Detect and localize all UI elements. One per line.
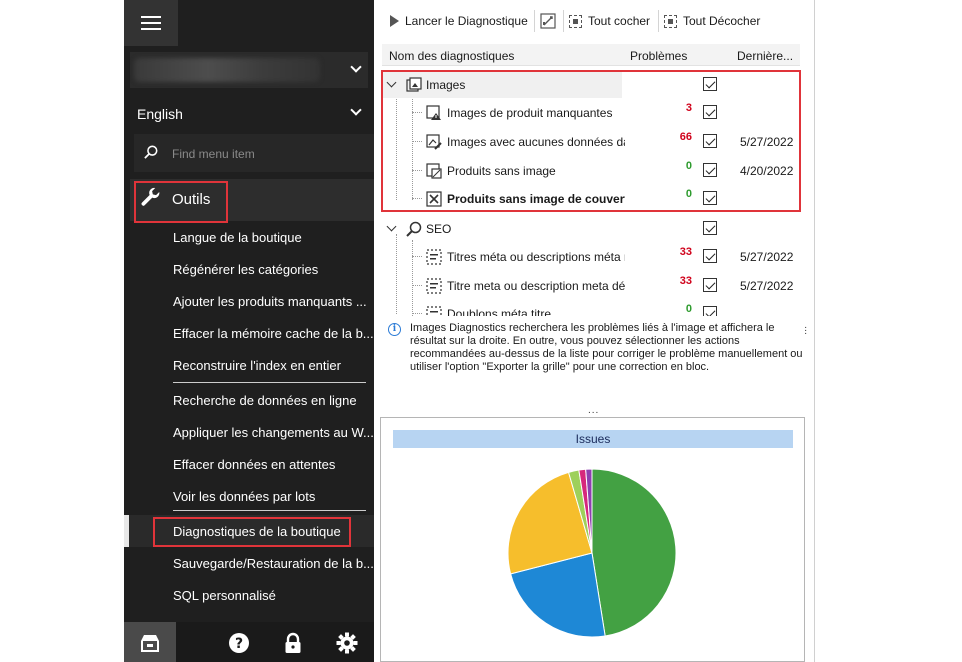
splitter-handle[interactable]: ... bbox=[588, 405, 599, 416]
diagnostic-row[interactable]: Titre meta ou description meta dé 33 5/2… bbox=[382, 271, 800, 300]
meta-tag-icon bbox=[426, 249, 442, 265]
tree-line bbox=[412, 256, 422, 257]
svg-text:?: ? bbox=[235, 636, 243, 652]
menu-item-rebuild-index[interactable]: Reconstruire l'index en entier bbox=[173, 358, 341, 373]
settings-icon[interactable] bbox=[336, 632, 358, 654]
chevron-down-icon[interactable] bbox=[350, 104, 362, 116]
menu-item-apply-changes[interactable]: Appliquer les changements au W... bbox=[173, 425, 374, 440]
edit-button[interactable] bbox=[540, 12, 556, 30]
menu-separator bbox=[173, 510, 366, 511]
group-name: SEO bbox=[426, 222, 452, 236]
menu-item-clear-cache[interactable]: Effacer la mémoire cache de la b... bbox=[173, 326, 374, 341]
account-selector[interactable] bbox=[130, 52, 368, 88]
toolbar-separator bbox=[658, 10, 659, 32]
menu-item-regenerate-categories[interactable]: Régénérer les catégories bbox=[173, 262, 318, 277]
column-header-name[interactable]: Nom des diagnostiques bbox=[389, 49, 514, 63]
run-diagnostics-button[interactable]: Lancer le Diagnostique bbox=[390, 12, 528, 30]
issues-chart: Issues bbox=[380, 417, 805, 662]
clipped-row-container: Doublons méta titre 0 bbox=[382, 298, 800, 316]
info-icon: i bbox=[388, 323, 401, 336]
diagnostic-row[interactable]: Titres méta ou descriptions méta r 33 5/… bbox=[382, 242, 800, 271]
check-all-icon bbox=[569, 14, 582, 28]
tree-line bbox=[412, 313, 422, 314]
menu-item-store-diagnostics-selected[interactable]: Diagnostiques de la boutique bbox=[124, 515, 374, 547]
menu-item-view-batch-data[interactable]: Voir les données par lots bbox=[173, 489, 315, 504]
highlight-box bbox=[381, 70, 801, 212]
menu-item-backup-restore[interactable]: Sauvegarde/Restauration de la b... bbox=[173, 556, 374, 571]
menu-item-add-missing-products[interactable]: Ajouter les produits manquants ... bbox=[173, 294, 367, 309]
run-diagnostics-label: Lancer le Diagnostique bbox=[405, 14, 528, 28]
search-icon bbox=[144, 145, 158, 159]
tree-line bbox=[412, 285, 422, 286]
chevron-down-icon bbox=[350, 61, 362, 73]
check-all-button[interactable]: Tout cocher bbox=[569, 12, 650, 30]
store-icon bbox=[141, 635, 159, 652]
pie-chart bbox=[507, 468, 677, 638]
hamburger-line bbox=[141, 22, 161, 24]
sidebar-bottom-bar: ? bbox=[124, 622, 374, 662]
menu-item-store-diagnostics: Diagnostiques de la boutique bbox=[173, 524, 341, 539]
toolbar-separator bbox=[534, 10, 535, 32]
diagnostic-checkbox[interactable] bbox=[703, 249, 717, 263]
tools-label: Outils bbox=[172, 191, 211, 208]
column-header-problems[interactable]: Problèmes bbox=[630, 49, 687, 63]
grid-header: Nom des diagnostiques Problèmes Dernière… bbox=[382, 44, 800, 66]
account-name-blurred bbox=[134, 58, 320, 82]
info-panel: i Images Diagnostics recherchera les pro… bbox=[382, 320, 803, 394]
pie-slice bbox=[591, 468, 677, 637]
problem-count: 0 bbox=[685, 303, 692, 315]
meta-tag-icon bbox=[426, 278, 442, 294]
last-run-date: 5/27/2022 bbox=[740, 250, 794, 264]
meta-tag-icon bbox=[426, 306, 442, 316]
group-row-seo[interactable]: SEO bbox=[382, 214, 800, 243]
play-icon bbox=[390, 15, 399, 27]
diagnostic-checkbox[interactable] bbox=[703, 306, 717, 316]
column-header-last-run[interactable]: Dernière... bbox=[737, 49, 793, 63]
tools-section[interactable]: Outils bbox=[130, 179, 374, 223]
toolbar-separator bbox=[563, 10, 564, 32]
menu-separator bbox=[173, 382, 366, 383]
language-selector[interactable]: English bbox=[137, 106, 183, 122]
sidebar: English Find menu item Outils Langue de … bbox=[124, 0, 374, 662]
hamburger-menu-button[interactable] bbox=[124, 0, 178, 46]
info-text: Images Diagnostics recherchera les probl… bbox=[410, 322, 803, 373]
menu-item-store-language[interactable]: Langue de la boutique bbox=[173, 230, 302, 245]
uncheck-all-button[interactable]: Tout Décocher bbox=[664, 12, 760, 30]
panel-splitter-handle[interactable]: · · · bbox=[804, 323, 807, 339]
chevron-down-icon[interactable] bbox=[386, 221, 397, 232]
menu-search-input[interactable]: Find menu item bbox=[134, 134, 374, 172]
check-all-label: Tout cocher bbox=[588, 14, 651, 28]
last-run-date: 5/27/2022 bbox=[740, 279, 794, 293]
uncheck-all-label: Tout Décocher bbox=[683, 14, 761, 28]
store-button[interactable] bbox=[124, 622, 176, 662]
diagnostic-checkbox[interactable] bbox=[703, 278, 717, 292]
problem-count: 33 bbox=[679, 275, 692, 287]
diagnostic-name: Titre meta ou description meta dé bbox=[447, 279, 625, 293]
search-icon bbox=[406, 221, 422, 237]
menu-item-custom-sql[interactable]: SQL personnalisé bbox=[173, 588, 276, 603]
lock-icon[interactable] bbox=[282, 632, 304, 654]
selection-indicator bbox=[124, 515, 129, 547]
problem-count: 33 bbox=[679, 246, 692, 258]
group-checkbox[interactable] bbox=[703, 221, 717, 235]
toolbar: Lancer le Diagnostique Tout cocher Tout … bbox=[374, 0, 815, 40]
diagnostic-name: Titres méta ou descriptions méta r bbox=[447, 250, 625, 264]
diagnostics-panel: Lancer le Diagnostique Tout cocher Tout … bbox=[374, 0, 815, 662]
help-icon[interactable]: ? bbox=[228, 632, 250, 654]
uncheck-all-icon bbox=[664, 14, 677, 28]
diagnostic-row[interactable]: Doublons méta titre 0 bbox=[382, 299, 800, 316]
diagnostic-name: Doublons méta titre bbox=[447, 307, 552, 316]
hamburger-line bbox=[141, 16, 161, 18]
search-placeholder: Find menu item bbox=[172, 147, 255, 161]
edit-chart-icon bbox=[540, 13, 556, 29]
hamburger-line bbox=[141, 28, 161, 30]
wrench-icon bbox=[141, 187, 160, 206]
menu-item-online-data-search[interactable]: Recherche de données en ligne bbox=[173, 393, 357, 408]
menu-item-clear-pending-data[interactable]: Effacer données en attentes bbox=[173, 457, 335, 472]
